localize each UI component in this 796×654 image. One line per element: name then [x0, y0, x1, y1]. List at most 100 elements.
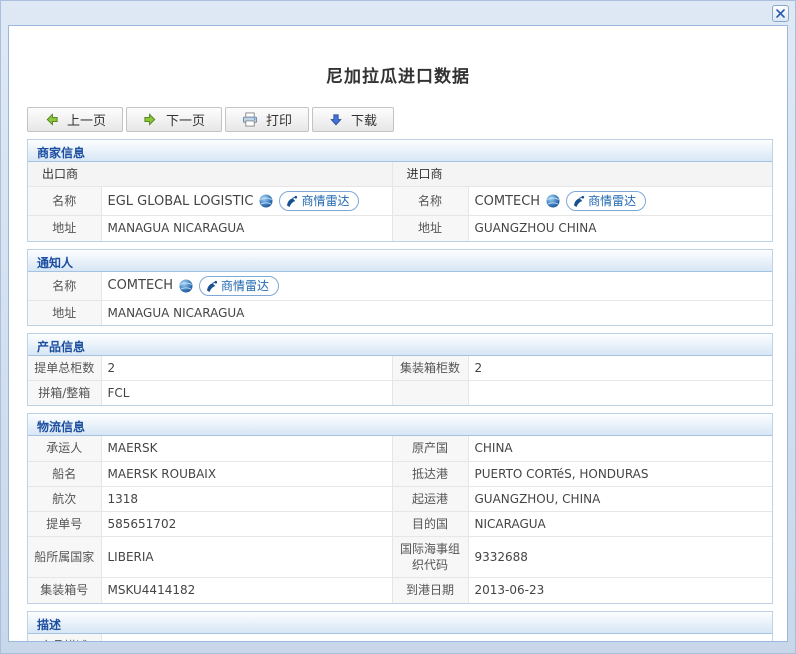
- merchant-name-row: 名称 EGL GLOBAL LOGISTIC 商情雷达: [28, 187, 772, 216]
- merchant-address-row: 地址 MANAGUA NICARAGUA 地址 GUANGZHOU CHINA: [28, 216, 772, 241]
- logistics-row-flag-country: 船所属国家 LIBERIA 国际海事组织代码 9332688: [28, 537, 772, 578]
- arrow-down-icon: [329, 113, 343, 127]
- notify-name-label: 名称: [28, 272, 101, 301]
- row-label: 承运人: [28, 436, 101, 461]
- section-product-title: 产品信息: [28, 334, 772, 356]
- prev-page-button[interactable]: 上一页: [27, 107, 123, 132]
- notify-address-row: 地址 MANAGUA NICARAGUA: [28, 300, 772, 325]
- row-label: 到港日期: [392, 578, 468, 603]
- row-value: 1318: [101, 486, 392, 511]
- radar-badge[interactable]: 商情雷达: [566, 191, 646, 211]
- printer-icon: [242, 112, 258, 127]
- next-page-label: 下一页: [166, 110, 205, 129]
- import-data-window: 尼加拉瓜进口数据 上一页 下一页: [0, 0, 796, 654]
- product-row-0: 提单总柜数 2 集装箱柜数 2: [28, 356, 772, 381]
- row-label: 拼箱/整箱: [28, 381, 101, 406]
- globe-icon[interactable]: [546, 194, 560, 208]
- row-value: 585651702: [101, 511, 392, 536]
- section-logistics-info: 物流信息 承运人 MAERSK 原产国 CHINA 船名 MAERSK ROUB…: [27, 413, 773, 603]
- row-value: LIBERIA: [101, 537, 392, 578]
- globe-icon[interactable]: [259, 194, 273, 208]
- row-label: 船所属国家: [28, 537, 101, 578]
- importer-header: 进口商: [392, 162, 772, 187]
- row-value: [468, 381, 772, 406]
- radar-dish-icon: [206, 280, 218, 292]
- section-merchant-info: 商家信息 出口商 进口商 名称 EGL GLOBAL LOGISTIC: [27, 139, 773, 242]
- row-label: 集装箱柜数: [392, 356, 468, 381]
- exporter-header: 出口商: [28, 162, 392, 187]
- row-value: 9332688: [468, 537, 772, 578]
- row-label: 起运港: [392, 486, 468, 511]
- row-value: 2013-06-23: [468, 578, 772, 603]
- row-label: 航次: [28, 486, 101, 511]
- description-row: 产品描述 SISTEMAS DE PODER: [28, 634, 772, 642]
- exporter-address-value: MANAGUA NICARAGUA: [101, 216, 392, 241]
- next-page-button[interactable]: 下一页: [126, 107, 222, 132]
- logistics-row-container: 集装箱号 MSKU4414182 到港日期 2013-06-23: [28, 578, 772, 603]
- product-row-1: 拼箱/整箱 FCL: [28, 381, 772, 406]
- notify-name-value: COMTECH: [108, 277, 174, 295]
- section-product-info: 产品信息 提单总柜数 2 集装箱柜数 2 拼箱/整箱 FCL: [27, 333, 773, 406]
- notify-address-label: 地址: [28, 300, 101, 325]
- row-value: MAERSK: [101, 436, 392, 461]
- download-label: 下载: [351, 110, 377, 129]
- row-label: 目的国: [392, 511, 468, 536]
- print-label: 打印: [266, 110, 292, 129]
- arrow-right-icon: [143, 112, 158, 127]
- importer-address-value: GUANGZHOU CHINA: [468, 216, 772, 241]
- window-content: 尼加拉瓜进口数据 上一页 下一页: [8, 25, 788, 642]
- row-value: PUERTO CORTéS, HONDURAS: [468, 461, 772, 486]
- row-label: 集装箱号: [28, 578, 101, 603]
- product-description-label: 产品描述: [28, 634, 101, 642]
- exporter-name-value: EGL GLOBAL LOGISTIC: [108, 193, 254, 211]
- radar-badge-label: 商情雷达: [588, 193, 636, 209]
- row-value: 2: [101, 356, 392, 381]
- row-label: [392, 381, 468, 406]
- logistics-row-vessel: 船名 MAERSK ROUBAIX 抵达港 PUERTO CORTéS, HON…: [28, 461, 772, 486]
- radar-badge-label: 商情雷达: [301, 193, 349, 209]
- radar-dish-icon: [286, 195, 298, 207]
- product-description-value: SISTEMAS DE PODER: [101, 634, 772, 642]
- notify-address-value: MANAGUA NICARAGUA: [101, 300, 772, 325]
- exporter-address-label: 地址: [28, 216, 101, 241]
- row-value: MAERSK ROUBAIX: [101, 461, 392, 486]
- radar-badge[interactable]: 商情雷达: [199, 276, 279, 296]
- close-icon: [776, 9, 785, 18]
- page-title: 尼加拉瓜进口数据: [9, 62, 787, 87]
- section-description: 描述 产品描述 SISTEMAS DE PODER: [27, 611, 773, 642]
- section-notify-party: 通知人 名称 COMTECH: [27, 249, 773, 326]
- row-label: 提单总柜数: [28, 356, 101, 381]
- row-value: NICARAGUA: [468, 511, 772, 536]
- section-merchant-title: 商家信息: [28, 140, 772, 162]
- toolbar: 上一页 下一页 打印: [27, 107, 787, 132]
- logistics-row-voyage: 航次 1318 起运港 GUANGZHOU, CHINA: [28, 486, 772, 511]
- row-value: GUANGZHOU, CHINA: [468, 486, 772, 511]
- row-value: CHINA: [468, 436, 772, 461]
- close-button[interactable]: [772, 5, 789, 22]
- print-button[interactable]: 打印: [225, 107, 309, 132]
- window-titlebar: [1, 1, 795, 25]
- logistics-row-bl-number: 提单号 585651702 目的国 NICARAGUA: [28, 511, 772, 536]
- arrow-left-icon: [44, 112, 59, 127]
- prev-page-label: 上一页: [67, 110, 106, 129]
- globe-icon[interactable]: [179, 279, 193, 293]
- merchant-subheader-row: 出口商 进口商: [28, 162, 772, 187]
- section-notify-title: 通知人: [28, 250, 772, 272]
- radar-dish-icon: [573, 195, 585, 207]
- download-button[interactable]: 下载: [312, 107, 394, 132]
- row-value: FCL: [101, 381, 392, 406]
- row-value: 2: [468, 356, 772, 381]
- importer-name-value: COMTECH: [475, 193, 541, 211]
- radar-badge-label: 商情雷达: [221, 278, 269, 294]
- row-label: 国际海事组织代码: [392, 537, 468, 578]
- logistics-row-carrier: 承运人 MAERSK 原产国 CHINA: [28, 436, 772, 461]
- row-label: 提单号: [28, 511, 101, 536]
- exporter-name-label: 名称: [28, 187, 101, 216]
- row-value: MSKU4414182: [101, 578, 392, 603]
- radar-badge[interactable]: 商情雷达: [279, 191, 359, 211]
- row-label: 原产国: [392, 436, 468, 461]
- importer-address-label: 地址: [392, 216, 468, 241]
- section-logistics-title: 物流信息: [28, 414, 772, 436]
- section-description-title: 描述: [28, 612, 772, 634]
- row-label: 船名: [28, 461, 101, 486]
